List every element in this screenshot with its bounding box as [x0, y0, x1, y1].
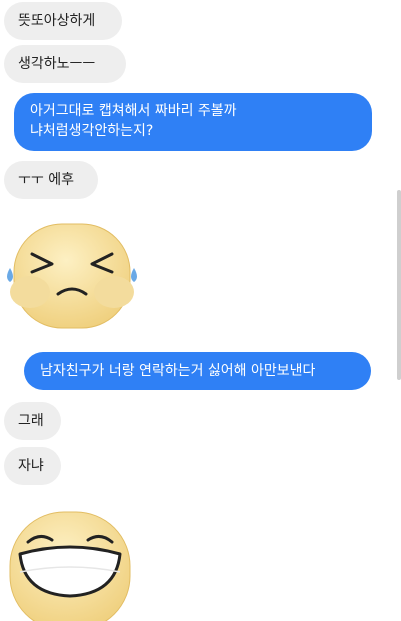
message-text: 생각하노ㅡㅡ [18, 56, 96, 72]
incoming-message[interactable]: 자냐 [4, 447, 61, 485]
crying-face-sticker[interactable] [2, 222, 142, 334]
incoming-message[interactable]: 그래 [4, 402, 61, 440]
message-text-line: 냐처럼생각안하는지? [30, 123, 154, 139]
grinning-face-sticker[interactable] [6, 510, 134, 621]
message-text: 자냐 [18, 458, 44, 474]
outgoing-message[interactable]: 남자친구가 너랑 연락하는거 싫어해 아만보낸다 [24, 352, 371, 390]
message-text: 남자친구가 너랑 연락하는거 싫어해 아만보낸다 [40, 363, 316, 379]
message-text: ㅜㅜ 에후 [18, 172, 74, 188]
message-text: 그래 [18, 413, 44, 429]
incoming-message[interactable]: 뜻또아상하게 [4, 2, 122, 40]
message-text-line: 아거그대로 캡쳐해서 짜바리 주볼까 [30, 103, 237, 119]
message-text: 뜻또아상하게 [18, 13, 96, 29]
incoming-message[interactable]: 생각하노ㅡㅡ [4, 45, 126, 83]
incoming-message[interactable]: ㅜㅜ 에후 [4, 161, 98, 199]
outgoing-message[interactable]: 아거그대로 캡쳐해서 짜바리 주볼까 냐처럼생각안하는지? [14, 93, 372, 151]
scrollbar[interactable] [397, 190, 401, 380]
